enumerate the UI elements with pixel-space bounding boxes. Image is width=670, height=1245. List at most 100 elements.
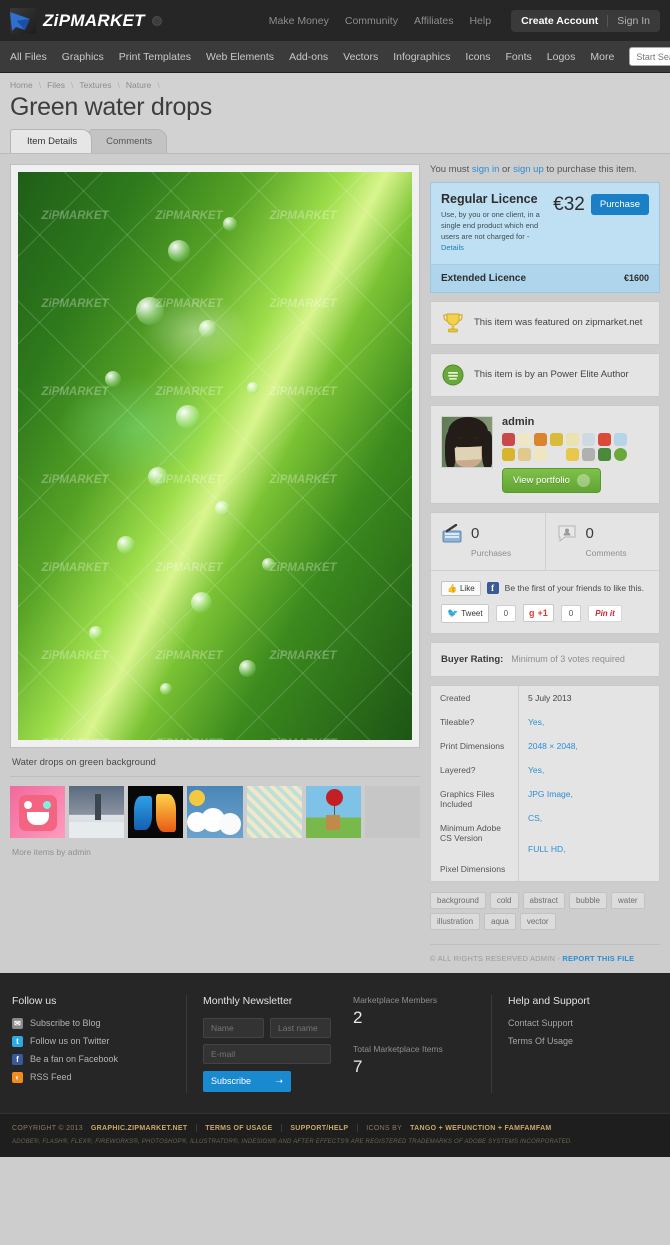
members-count: 2 (353, 1007, 363, 1027)
tag-item[interactable]: aqua (484, 912, 516, 930)
badge-icon[interactable] (518, 432, 531, 446)
badge-icon[interactable] (550, 447, 563, 461)
licence-details-link[interactable]: Details (441, 243, 464, 252)
badge-icon[interactable] (502, 432, 515, 446)
social-share-row: 👍 Like f Be the first of your friends to… (431, 571, 659, 633)
item-preview-image[interactable]: ZiPMARKET ZiPMARKET ZiPMARKET ZiPMARKET … (18, 172, 412, 740)
buyer-rating-row: Buyer Rating: Minimum of 3 votes require… (431, 643, 659, 676)
nav-item-web-elements[interactable]: Web Elements (206, 51, 274, 63)
badge-icon[interactable] (582, 447, 595, 461)
nav-item-all-files[interactable]: All Files (10, 51, 47, 63)
thumbnail-item[interactable] (246, 786, 302, 838)
more-items-link[interactable]: More items by admin (12, 847, 420, 857)
report-file-link[interactable]: REPORT THIS FILE (562, 954, 634, 963)
footer-link-rss[interactable]: ◐ RSS Feed (12, 1071, 172, 1083)
thumbnail-item[interactable] (69, 786, 125, 838)
site-logo[interactable]: ZiPMARKET (10, 7, 162, 34)
watermark-text: ZiPMARKET (155, 474, 223, 486)
newsletter-name-input[interactable] (203, 1017, 264, 1038)
newsletter-email-input[interactable] (203, 1043, 331, 1064)
nav-item-graphics[interactable]: Graphics (62, 51, 104, 63)
nav-item-infographics[interactable]: Infographics (393, 51, 450, 63)
nav-item-print-templates[interactable]: Print Templates (119, 51, 191, 63)
badge-icon[interactable] (550, 432, 563, 446)
badge-icon[interactable] (614, 432, 627, 446)
envelope-icon: ✉ (12, 1017, 23, 1029)
tab-comments[interactable]: Comments (89, 129, 168, 153)
nav-item-fonts[interactable]: Fonts (506, 51, 532, 63)
contact-support-link[interactable]: Contact Support (508, 1018, 590, 1028)
google-plus-button[interactable]: g +1 (523, 604, 554, 622)
tag-item[interactable]: illustration (430, 912, 481, 930)
subscribe-button[interactable]: Subscribe ➝ (203, 1070, 291, 1092)
terms-of-usage-link[interactable]: Terms Of Usage (508, 1036, 590, 1046)
footer-link-facebook[interactable]: f Be a fan on Facebook (12, 1053, 172, 1065)
attribute-value[interactable]: Yes, (519, 710, 659, 734)
badge-icon[interactable] (502, 447, 515, 461)
divider: | (280, 1124, 283, 1132)
footer-newsletter-column: Monthly Newsletter Subscribe ➝ (187, 995, 347, 1093)
attribute-value[interactable]: JPG Image, (519, 782, 659, 806)
top-link-affiliates[interactable]: Affiliates (414, 15, 454, 27)
pinterest-button[interactable]: Pin it (588, 604, 622, 622)
tag-item[interactable]: vector (519, 912, 556, 930)
terms-link[interactable]: TERMS OF USAGE (205, 1125, 272, 1132)
thumbnail-item-empty[interactable] (364, 786, 420, 838)
search-input[interactable] (629, 47, 670, 66)
extended-licence-row[interactable]: Extended Licence €1600 (431, 263, 659, 292)
thumbnail-item[interactable] (10, 786, 66, 838)
comments-label: Comments (585, 547, 627, 558)
badge-icon[interactable] (614, 447, 627, 461)
attribute-value[interactable]: Yes, (519, 758, 659, 782)
badge-icon[interactable] (598, 447, 611, 461)
attribute-value[interactable]: CS, (519, 806, 659, 837)
view-portfolio-button[interactable]: View portfolio (502, 467, 601, 493)
breadcrumb-textures[interactable]: Textures (79, 80, 111, 90)
badge-icon[interactable] (566, 447, 579, 461)
sign-in-button[interactable]: Sign In (617, 15, 650, 27)
top-link-community[interactable]: Community (345, 15, 398, 27)
watermark-text: ZiPMARKET (155, 210, 223, 222)
attribute-value[interactable]: FULL HD, (519, 837, 659, 861)
sign-up-link[interactable]: sign up (513, 164, 544, 175)
breadcrumb-home[interactable]: Home (10, 80, 33, 90)
nav-item-add-ons[interactable]: Add-ons (289, 51, 328, 63)
tag-item[interactable]: cold (489, 891, 519, 909)
purchase-button[interactable]: Purchase (590, 194, 649, 215)
badge-icon[interactable] (534, 432, 547, 446)
avatar[interactable] (441, 415, 493, 468)
tweet-button[interactable]: 🐦 Tweet (441, 603, 489, 623)
top-link-make-money[interactable]: Make Money (269, 15, 329, 27)
attribute-value[interactable]: 2048 × 2048, (519, 734, 659, 758)
breadcrumb-nature[interactable]: Nature (126, 80, 152, 90)
support-link[interactable]: SUPPORT/HELP (290, 1125, 348, 1132)
thumbnail-item[interactable] (305, 786, 361, 838)
footer-link-blog[interactable]: ✉ Subscribe to Blog (12, 1017, 172, 1029)
facebook-like-button[interactable]: 👍 Like (441, 580, 481, 596)
nav-item-logos[interactable]: Logos (547, 51, 576, 63)
tab-item-details[interactable]: Item Details (10, 129, 93, 153)
nav-item-more[interactable]: More (590, 51, 614, 63)
tag-item[interactable]: bubble (568, 891, 607, 909)
footer-link-twitter[interactable]: t Follow us on Twitter (12, 1035, 172, 1047)
create-account-button[interactable]: Create Account (521, 15, 598, 27)
watermark-text: ZiPMARKET (41, 210, 109, 222)
nav-item-icons[interactable]: Icons (465, 51, 490, 63)
badge-icon[interactable] (582, 432, 595, 446)
breadcrumb-files[interactable]: Files (47, 80, 65, 90)
badge-icon[interactable] (534, 447, 547, 461)
sign-in-link[interactable]: sign in (472, 164, 499, 175)
tag-item[interactable]: water (611, 891, 645, 909)
badge-icon[interactable] (566, 432, 579, 446)
tag-item[interactable]: background (430, 891, 486, 909)
top-link-help[interactable]: Help (469, 15, 491, 27)
site-link[interactable]: GRAPHIC.ZIPMARKET.NET (91, 1125, 188, 1132)
nav-item-vectors[interactable]: Vectors (343, 51, 378, 63)
thumbnail-item[interactable] (187, 786, 243, 838)
tag-item[interactable]: abstract (522, 891, 565, 909)
badge-icon[interactable] (598, 432, 611, 446)
badge-icon[interactable] (518, 447, 531, 461)
newsletter-lastname-input[interactable] (270, 1017, 331, 1038)
author-name[interactable]: admin (502, 416, 628, 428)
thumbnail-item[interactable] (128, 786, 184, 838)
